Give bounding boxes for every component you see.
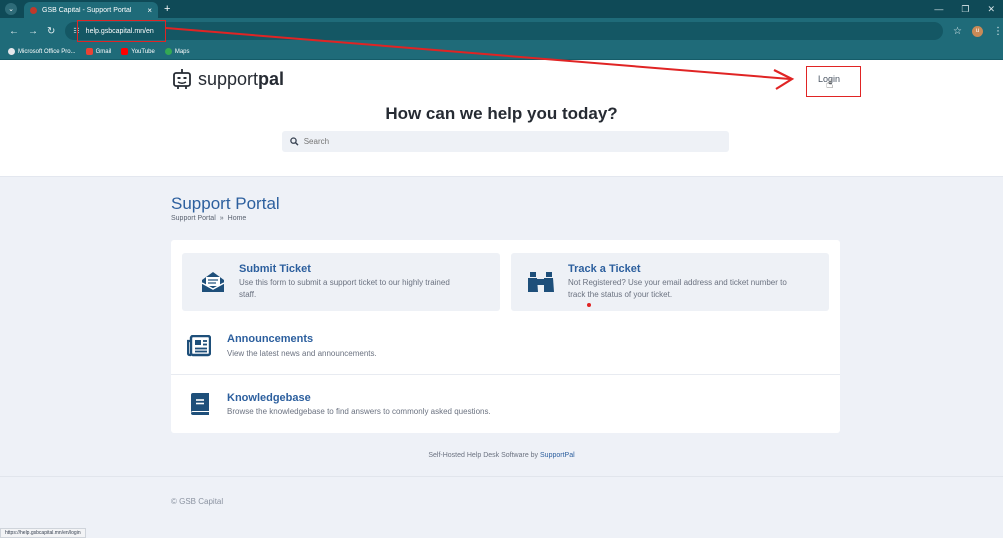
back-arrow-icon[interactable]: ← [9,26,19,37]
submit-ticket-tile[interactable]: Submit Ticket Use this form to submit a … [182,253,500,311]
brand-bold: pal [258,68,285,89]
forward-arrow-icon[interactable]: → [28,26,38,37]
envelope-ticket-icon [201,272,225,292]
hand-cursor-icon: ☝ [826,77,834,91]
portal-options-card: Submit Ticket Use this form to submit a … [171,240,840,433]
announcements-row[interactable]: Announcements View the latest news and a… [171,322,840,374]
tab-close-icon[interactable]: × [147,6,152,15]
site-favicon-icon [30,6,37,14]
window-controls: — ❐ ✕ [934,4,995,15]
knowledgebase-row[interactable]: Knowledgebase Browse the knowledgebase t… [171,380,840,430]
breadcrumb-separator: » [219,215,224,222]
knowledgebase-description: Browse the knowledgebase to find answers… [227,407,491,416]
copyright: © GSB Capital [171,497,224,506]
row-divider [171,374,840,375]
bookmark-star-icon[interactable]: ☆ [953,26,962,37]
bookmark-gmail[interactable]: Gmail [85,48,111,55]
brand-light: support [198,68,259,89]
submit-ticket-title[interactable]: Submit Ticket [239,263,311,275]
gmail-icon [85,48,93,55]
annotation-box-url [77,20,166,42]
track-ticket-title[interactable]: Track a Ticket [568,263,641,275]
youtube-icon [121,48,129,55]
breadcrumb: Support Portal» Home [171,215,246,222]
reload-icon[interactable]: ↻ [47,26,55,37]
book-icon [191,393,209,415]
supportpal-logo[interactable]: supportpal [171,68,284,90]
minimize-icon[interactable]: — [934,4,943,15]
red-dot-marker [587,303,591,307]
new-tab-button[interactable]: + [164,3,170,15]
breadcrumb-support-portal[interactable]: Support Portal [171,215,216,222]
microsoft-office-icon [8,48,15,55]
track-ticket-tile[interactable]: Track a Ticket Not Registered? Use your … [511,253,829,311]
maps-icon [164,48,172,55]
announcements-title[interactable]: Announcements [227,333,313,345]
tab-title: GSB Capital - Support Portal [42,6,132,14]
footer-divider [0,476,1003,477]
submit-ticket-description: Use this form to submit a support ticket… [239,278,450,299]
tab-search-icon[interactable]: ⌄ [5,3,17,15]
restore-icon[interactable]: ❐ [961,4,969,15]
hero-title: How can we help you today? [385,104,618,123]
status-bar-url: https://help.gsbcapital.mn/en/login [0,528,86,538]
bookmark-microsoft-office[interactable]: Microsoft Office Pro... [8,48,76,55]
announcements-description: View the latest news and announcements. [227,349,377,358]
address-bar[interactable]: ☷ help.gsbcapital.mn/en [65,22,944,40]
bookmark-youtube[interactable]: YouTube [121,48,155,55]
track-ticket-description: Not Registered? Use your email address a… [568,278,787,299]
close-window-icon[interactable]: ✕ [987,4,995,15]
search-bar[interactable] [282,131,729,152]
robot-logo-icon [173,69,191,89]
search-input[interactable] [303,137,721,146]
bookmark-maps[interactable]: Maps [164,48,190,55]
bookmarks-bar: Microsoft Office Pro... Gmail YouTube Ma… [0,44,1003,60]
knowledgebase-title[interactable]: Knowledgebase [227,392,311,404]
footer-credit-text: Self-Hosted Help Desk Software by [428,452,539,459]
search-icon [290,137,299,146]
newspaper-icon [187,335,211,357]
profile-avatar[interactable]: u [972,25,983,37]
page-title: Support Portal [171,194,280,213]
page-content: supportpal Login How can we help you tod… [0,60,1003,538]
binoculars-icon [528,272,554,292]
supportpal-link[interactable]: SupportPal [540,452,575,459]
footer-credit: Self-Hosted Help Desk Software by Suppor… [0,452,1003,459]
browser-tab-bar: ⌄ GSB Capital - Support Portal × + — ❐ ✕ [0,0,1003,18]
browser-menu-icon[interactable]: ⋮ [993,26,1003,37]
browser-tab[interactable]: GSB Capital - Support Portal × [24,2,158,18]
annotation-box-login [806,66,861,97]
breadcrumb-home: Home [227,215,247,222]
